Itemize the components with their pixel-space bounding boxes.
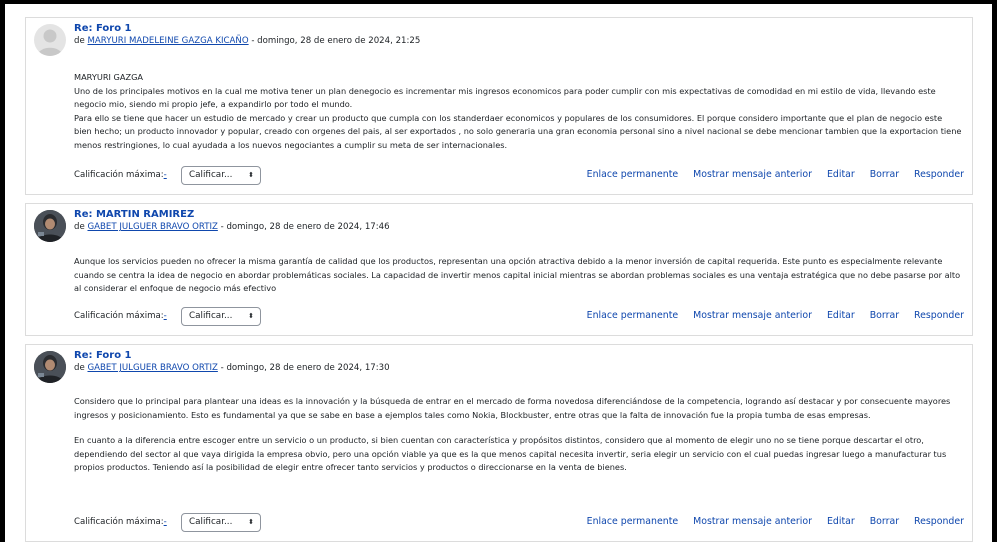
rate-select-value: Calificar... xyxy=(189,517,233,527)
user-photo-icon xyxy=(34,351,66,383)
delete-link[interactable]: Borrar xyxy=(870,516,899,527)
user-icon xyxy=(37,29,63,56)
delete-link[interactable]: Borrar xyxy=(870,169,899,180)
rate-select-value: Calificar... xyxy=(189,311,233,321)
rating-label: Calificación máxima:- xyxy=(74,311,167,321)
rating-value-link[interactable]: - xyxy=(164,170,167,180)
rate-select[interactable]: Calificar... ⬍ xyxy=(181,166,261,185)
sort-updown-icon: ⬍ xyxy=(248,312,254,320)
show-parent-link[interactable]: Mostrar mensaje anterior xyxy=(693,169,812,180)
sort-updown-icon: ⬍ xyxy=(248,518,254,526)
post-actions: Enlace permanente Mostrar mensaje anterio… xyxy=(572,516,964,527)
rating-value-link[interactable]: - xyxy=(164,311,167,321)
rating-label: Calificación máxima:- xyxy=(74,517,167,527)
forum-post: Re: MARTIN RAMIREZ de GABET JULGUER BRAV… xyxy=(25,203,973,336)
post-content: Aunque los servicios pueden no ofrecer l… xyxy=(74,255,962,296)
edit-link[interactable]: Editar xyxy=(827,169,855,180)
user-photo-avatar[interactable] xyxy=(34,210,66,242)
post-title[interactable]: Re: Foro 1 xyxy=(74,22,132,35)
post-byline: de GABET JULGUER BRAVO ORTIZ - domingo, … xyxy=(74,221,390,233)
edit-link[interactable]: Editar xyxy=(827,310,855,321)
reply-link[interactable]: Responder xyxy=(914,169,964,180)
post-paragraph: Considero que lo principal para plantear… xyxy=(74,396,951,420)
rating-label-text: Calificación máxima: xyxy=(74,170,164,180)
default-user-avatar[interactable] xyxy=(34,24,66,56)
permalink-link[interactable]: Enlace permanente xyxy=(587,310,679,321)
permalink-link[interactable]: Enlace permanente xyxy=(587,169,679,180)
rate-select[interactable]: Calificar... ⬍ xyxy=(181,513,261,532)
post-actions: Enlace permanente Mostrar mensaje anterio… xyxy=(572,310,964,321)
forum-post: Re: Foro 1 de GABET JULGUER BRAVO ORTIZ … xyxy=(25,344,973,542)
post-date: - domingo, 28 de enero de 2024, 17:46 xyxy=(217,222,390,232)
post-date: - domingo, 28 de enero de 2024, 21:25 xyxy=(248,36,421,46)
post-footer: Calificación máxima:- Calificar... ⬍ Enla… xyxy=(74,307,964,327)
byline-prefix: de xyxy=(74,363,88,373)
post-paragraph: Para ello se tiene que hacer un estudio … xyxy=(74,112,962,150)
author-link[interactable]: GABET JULGUER BRAVO ORTIZ xyxy=(87,363,217,373)
post-paragraph: Uno de los principales motivos en la cua… xyxy=(74,85,936,110)
post-title[interactable]: Re: MARTIN RAMIREZ xyxy=(74,208,194,221)
forum-post: Re: Foro 1 de MARYURI MADELEINE GAZGA KI… xyxy=(25,17,973,195)
post-byline: de MARYURI MADELEINE GAZGA KICAÑO - domi… xyxy=(74,35,420,47)
post-title[interactable]: Re: Foro 1 xyxy=(74,349,132,362)
post-date: - domingo, 28 de enero de 2024, 17:30 xyxy=(217,363,390,373)
post-paragraph: En cuanto a la diferencia entre escoger … xyxy=(74,435,947,473)
reply-link[interactable]: Responder xyxy=(914,516,964,527)
rating-label: Calificación máxima:- xyxy=(74,170,167,180)
user-photo-icon xyxy=(34,210,66,242)
rate-select[interactable]: Calificar... ⬍ xyxy=(181,307,261,326)
post-paragraph: MARYURI GAZGA xyxy=(74,72,144,82)
reply-link[interactable]: Responder xyxy=(914,310,964,321)
delete-link[interactable]: Borrar xyxy=(870,310,899,321)
author-link[interactable]: GABET JULGUER BRAVO ORTIZ xyxy=(87,222,217,232)
rating-value-link[interactable]: - xyxy=(164,517,167,527)
post-paragraph: Aunque los servicios pueden no ofrecer l… xyxy=(74,256,961,294)
post-content: Considero que lo principal para plantear… xyxy=(74,395,962,475)
post-content: MARYURI GAZGA Uno de los principales mot… xyxy=(74,71,962,153)
rating-label-text: Calificación máxima: xyxy=(74,517,164,527)
byline-prefix: de xyxy=(74,36,88,46)
byline-prefix: de xyxy=(74,222,88,232)
post-byline: de GABET JULGUER BRAVO ORTIZ - domingo, … xyxy=(74,362,390,374)
edit-link[interactable]: Editar xyxy=(827,516,855,527)
permalink-link[interactable]: Enlace permanente xyxy=(587,516,679,527)
show-parent-link[interactable]: Mostrar mensaje anterior xyxy=(693,516,812,527)
rate-select-value: Calificar... xyxy=(189,170,233,180)
post-actions: Enlace permanente Mostrar mensaje anterio… xyxy=(572,169,964,180)
forum-discussion: Re: Foro 1 de MARYURI MADELEINE GAZGA KI… xyxy=(5,4,992,542)
post-footer: Calificación máxima:- Calificar... ⬍ Enla… xyxy=(74,513,964,533)
rating-label-text: Calificación máxima: xyxy=(74,311,164,321)
post-footer: Calificación máxima:- Calificar... ⬍ Enla… xyxy=(74,166,964,186)
sort-updown-icon: ⬍ xyxy=(248,171,254,179)
show-parent-link[interactable]: Mostrar mensaje anterior xyxy=(693,310,812,321)
user-photo-avatar[interactable] xyxy=(34,351,66,383)
author-link[interactable]: MARYURI MADELEINE GAZGA KICAÑO xyxy=(87,36,248,46)
